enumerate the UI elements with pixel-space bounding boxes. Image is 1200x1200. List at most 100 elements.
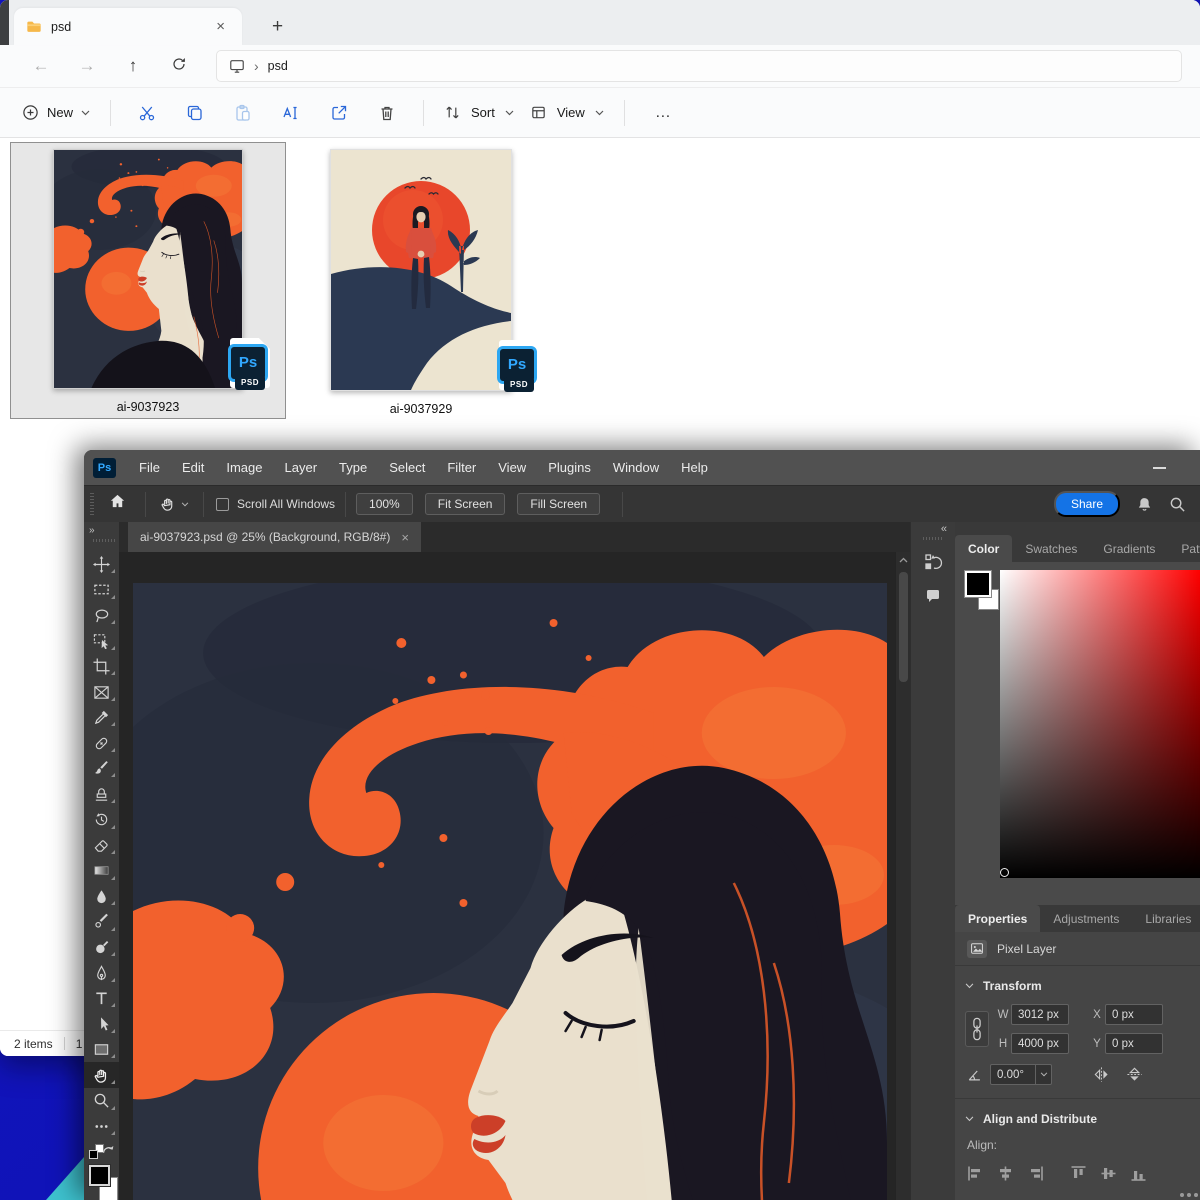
delete-button[interactable] [363, 95, 411, 131]
sort-button[interactable]: Sort [436, 98, 522, 127]
height-input[interactable]: 4000 px [1011, 1033, 1069, 1054]
tool-eyedropper[interactable] [84, 705, 119, 731]
tab-properties[interactable]: Properties [955, 905, 1040, 932]
file-item-psd-1[interactable]: Ps PSD ai-9037923 [10, 142, 286, 419]
menu-layer[interactable]: Layer [274, 460, 329, 475]
tool-hand[interactable] [84, 1062, 119, 1088]
back-icon[interactable]: ← [18, 56, 64, 76]
view-button[interactable]: View [522, 98, 612, 127]
align-center-horizontal-icon[interactable] [997, 1165, 1014, 1182]
width-input[interactable]: 3012 px [1011, 1004, 1069, 1025]
tab-adjustments[interactable]: Adjustments [1040, 905, 1132, 932]
menu-plugins[interactable]: Plugins [537, 460, 602, 475]
document-close-icon[interactable]: × [401, 530, 409, 545]
tool-blur[interactable] [84, 884, 119, 910]
paste-button[interactable] [219, 95, 267, 131]
tool-eraser[interactable] [84, 833, 119, 859]
new-tab-button[interactable]: + [272, 17, 283, 36]
document-tab[interactable]: ai-9037923.psd @ 25% (Background, RGB/8#… [128, 522, 421, 552]
zoom-100-button[interactable]: 100% [356, 493, 413, 515]
x-input[interactable]: 0 px [1105, 1004, 1163, 1025]
menu-select[interactable]: Select [378, 460, 436, 475]
comments-panel-button[interactable] [919, 582, 947, 610]
rename-button[interactable] [267, 95, 315, 131]
history-panel-button[interactable] [919, 548, 947, 576]
tool-brush[interactable] [84, 756, 119, 782]
tool-rectangle-shape[interactable] [84, 1037, 119, 1063]
tool-clone-stamp[interactable] [84, 781, 119, 807]
document-canvas[interactable] [133, 583, 887, 1200]
collapse-panels-icon[interactable]: « [941, 522, 955, 535]
menu-type[interactable]: Type [328, 460, 378, 475]
tool-gradient[interactable] [84, 858, 119, 884]
align-left-icon[interactable] [967, 1165, 984, 1182]
tab-close-icon[interactable]: × [211, 17, 230, 36]
fill-screen-button[interactable]: Fill Screen [517, 493, 600, 515]
cut-button[interactable] [123, 95, 171, 131]
color-field-cursor[interactable] [1000, 868, 1009, 877]
align-section-header[interactable]: Align and Distribute [955, 1099, 1200, 1137]
tab-color[interactable]: Color [955, 535, 1012, 562]
explorer-tab-psd[interactable]: psd × [14, 8, 242, 45]
menu-help[interactable]: Help [670, 460, 719, 475]
tool-lasso[interactable] [84, 603, 119, 629]
tool-move[interactable] [84, 552, 119, 578]
flip-vertical-icon[interactable] [1126, 1066, 1143, 1083]
tab-libraries[interactable]: Libraries [1132, 905, 1200, 932]
copy-button[interactable] [171, 95, 219, 131]
tool-rectangular-marquee[interactable] [84, 577, 119, 603]
tool-path-selection[interactable] [84, 1011, 119, 1037]
tool-spot-healing-brush[interactable] [84, 730, 119, 756]
transform-section-header[interactable]: Transform [955, 966, 1200, 1004]
scroll-all-windows-checkbox[interactable] [216, 498, 229, 511]
menu-file[interactable]: File [128, 460, 171, 475]
rotation-dropdown[interactable] [1035, 1065, 1051, 1084]
tab-patterns[interactable]: Patterns [1168, 535, 1200, 562]
panel-more-options[interactable] [1180, 1193, 1184, 1197]
more-options-button[interactable]: … [637, 104, 689, 122]
share-button[interactable] [315, 95, 363, 131]
tool-dodge[interactable] [84, 935, 119, 961]
foreground-color-swatch[interactable] [89, 1165, 110, 1186]
forward-icon[interactable]: → [64, 56, 110, 76]
tab-swatches[interactable]: Swatches [1012, 535, 1090, 562]
tool-history-brush[interactable] [84, 807, 119, 833]
scroll-up-icon[interactable] [899, 557, 908, 563]
tool-pen[interactable] [84, 960, 119, 986]
tool-zoom[interactable] [84, 1088, 119, 1114]
file-item-psd-2[interactable]: Ps PSD ai-9037929 [296, 142, 546, 421]
align-top-icon[interactable] [1070, 1165, 1087, 1182]
menu-window[interactable]: Window [602, 460, 670, 475]
edit-toolbar-button[interactable] [84, 1114, 119, 1140]
menu-edit[interactable]: Edit [171, 460, 215, 475]
tool-object-selection[interactable] [84, 628, 119, 654]
tool-type[interactable] [84, 986, 119, 1012]
swap-colors-icon[interactable] [101, 1143, 115, 1157]
notifications-button[interactable] [1136, 496, 1153, 513]
fit-screen-button[interactable]: Fit Screen [425, 493, 506, 515]
menu-view[interactable]: View [487, 460, 537, 475]
home-button[interactable] [109, 493, 126, 515]
menu-filter[interactable]: Filter [436, 460, 487, 475]
color-field[interactable] [1000, 570, 1200, 878]
align-middle-vertical-icon[interactable] [1100, 1165, 1117, 1182]
address-bar[interactable]: › psd [216, 50, 1182, 82]
menu-image[interactable]: Image [215, 460, 273, 475]
align-bottom-icon[interactable] [1130, 1165, 1147, 1182]
file-name[interactable]: ai-9037923 [117, 400, 180, 414]
canvas-area[interactable] [119, 552, 910, 1200]
new-button[interactable]: New [14, 98, 98, 127]
tool-smudge[interactable] [84, 909, 119, 935]
search-button[interactable] [1169, 496, 1186, 513]
file-name[interactable]: ai-9037929 [390, 402, 453, 416]
vert-scrollbar[interactable] [895, 552, 910, 1200]
share-button[interactable]: Share [1054, 491, 1120, 517]
rotation-input[interactable]: 0.00° [990, 1064, 1052, 1085]
align-right-icon[interactable] [1027, 1165, 1044, 1182]
flip-horizontal-icon[interactable] [1093, 1066, 1110, 1083]
tool-frame[interactable] [84, 679, 119, 705]
y-input[interactable]: 0 px [1105, 1033, 1163, 1054]
refresh-icon[interactable] [156, 56, 202, 77]
tab-gradients[interactable]: Gradients [1090, 535, 1168, 562]
link-dimensions-button[interactable] [965, 1011, 989, 1047]
